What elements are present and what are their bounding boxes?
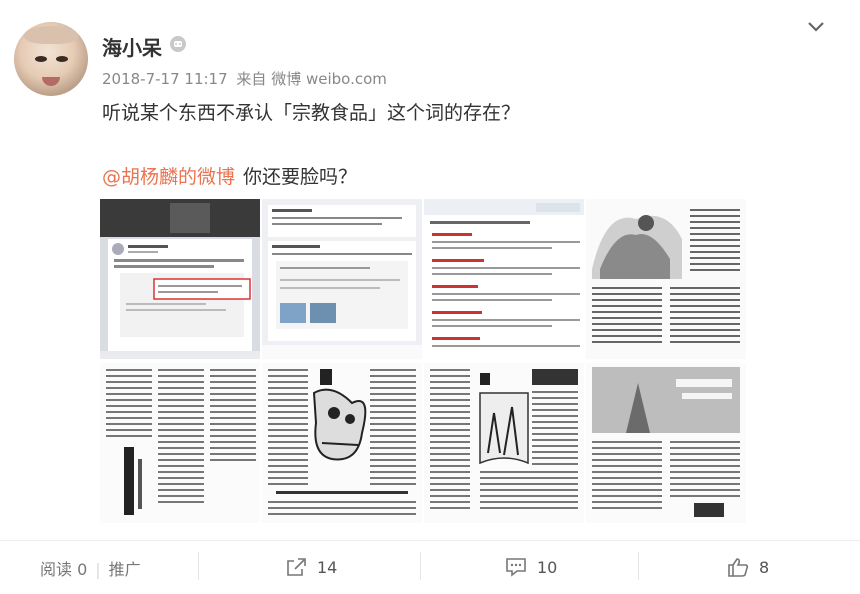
image-gallery <box>100 199 746 526</box>
chevron-down-icon[interactable] <box>806 20 826 34</box>
gallery-image-3[interactable] <box>424 199 584 359</box>
post-text-question: 你还要脸吗？ <box>243 166 358 188</box>
comment-count: 10 <box>537 557 558 577</box>
post-date[interactable]: 2018-7-17 11:17 <box>102 70 228 88</box>
footer-separator-3 <box>638 552 639 580</box>
footer-separator-1 <box>198 552 199 580</box>
footer-stats: 阅读 0 | 推广 <box>40 560 141 579</box>
comment-button[interactable]: 10 <box>505 550 557 584</box>
avatar[interactable] <box>14 22 88 96</box>
post-meta: 2018-7-17 11:17 来自 微博 weibo.com <box>102 68 387 89</box>
username[interactable]: 海小呆 <box>102 32 162 61</box>
mention-link[interactable]: @胡杨麟的微博 <box>102 166 235 188</box>
post-text-line2: @胡杨麟的微博 你还要脸吗？ <box>102 162 357 189</box>
gallery-image-5[interactable] <box>100 363 260 523</box>
like-button[interactable]: 8 <box>727 550 769 584</box>
post-text-line1: 听说某个东西不承认「宗教食品」这个词的存在？ <box>102 102 521 124</box>
post-source[interactable]: 微博 weibo.com <box>271 70 387 88</box>
comment-icon <box>506 558 526 577</box>
source-prefix: 来自 <box>236 70 267 88</box>
share-icon <box>287 558 306 576</box>
like-icon <box>728 558 749 577</box>
share-button[interactable]: 14 <box>285 550 337 584</box>
member-badge-icon <box>170 36 186 52</box>
gallery-image-1[interactable] <box>100 199 260 359</box>
footer-separator-2 <box>420 552 421 580</box>
footer-divider <box>0 540 860 541</box>
read-count: 阅读 0 <box>40 560 88 579</box>
like-count: 8 <box>759 557 770 577</box>
gallery-image-7[interactable] <box>424 363 584 523</box>
share-count: 14 <box>317 557 338 577</box>
gallery-image-8[interactable] <box>586 363 746 523</box>
promote-link[interactable]: 推广 <box>109 560 141 579</box>
gallery-image-2[interactable] <box>262 199 422 359</box>
gallery-image-6[interactable] <box>262 363 422 523</box>
gallery-image-4[interactable] <box>586 199 746 359</box>
